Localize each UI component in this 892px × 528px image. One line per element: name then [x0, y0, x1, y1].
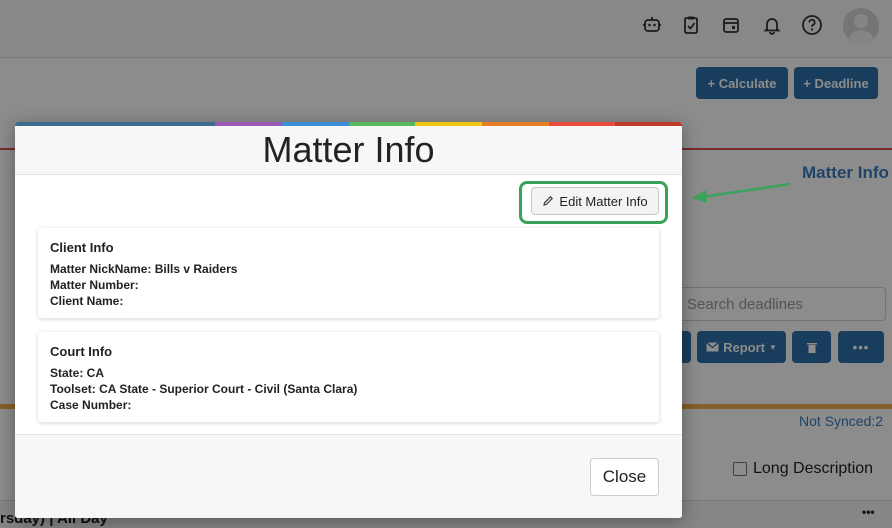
court-info-card: Court Info State: CA Toolset: CA State -…	[38, 332, 659, 422]
court-state: State: CA	[50, 366, 105, 380]
edit-matter-info-label: Edit Matter Info	[559, 193, 648, 209]
pencil-icon	[543, 196, 554, 206]
matter-number: Matter Number:	[50, 278, 139, 292]
matter-info-modal: Matter Info Edit Matter Info Client Info…	[15, 122, 682, 518]
case-number: Case Number:	[50, 398, 132, 412]
modal-header: Matter Info	[15, 126, 682, 175]
modal-title: Matter Info	[262, 129, 435, 170]
court-toolset: Toolset: CA State - Superior Court - Civ…	[50, 382, 358, 396]
annotation-arrow-icon	[692, 182, 791, 203]
matter-nickname: Matter NickName: Bills v Raiders	[50, 262, 238, 276]
modal-footer: Close	[15, 434, 682, 518]
edit-matter-info-button[interactable]: Edit Matter Info	[531, 187, 659, 215]
court-info-title: Court Info	[50, 344, 113, 359]
client-name: Client Name:	[50, 294, 124, 308]
client-info-title: Client Info	[50, 240, 114, 255]
client-info-card: Client Info Matter NickName: Bills v Rai…	[38, 228, 659, 318]
close-button[interactable]: Close	[590, 458, 659, 496]
